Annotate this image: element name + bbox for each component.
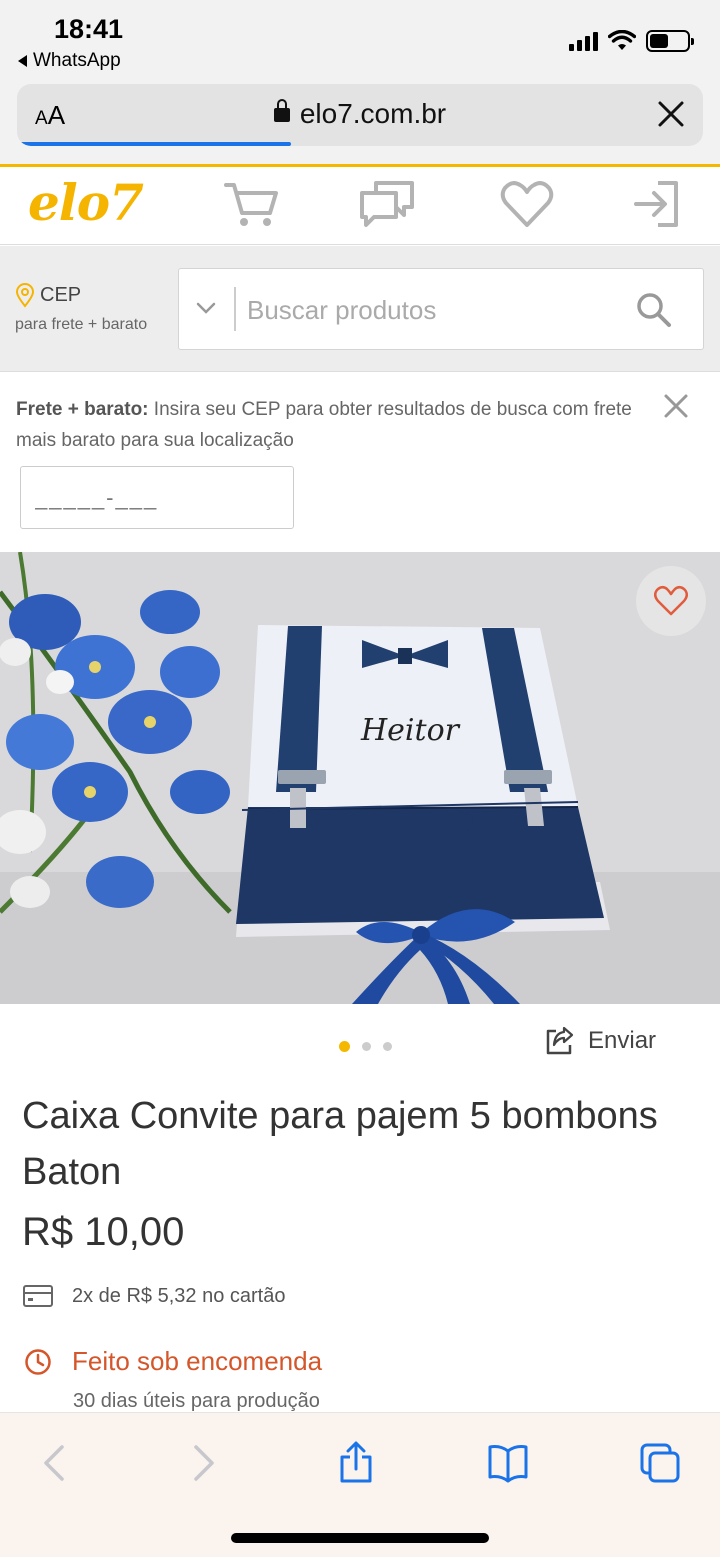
search-area: CEP para frete + barato Buscar produtos [0, 246, 720, 372]
search-box[interactable]: Buscar produtos [178, 268, 704, 350]
clock-icon [25, 1348, 51, 1375]
frete-banner: Frete + barato: Insira seu CEP para obte… [0, 372, 720, 552]
address-bar-area: AA elo7.com.br [0, 80, 720, 164]
lock-icon [273, 99, 290, 122]
login-icon[interactable] [630, 179, 688, 229]
carousel-indicator [339, 1041, 392, 1052]
location-pin-icon [15, 283, 35, 308]
made-to-order-info: Feito sob encomenda [24, 1346, 322, 1377]
cep-label: CEP [40, 283, 82, 306]
credit-card-icon [23, 1285, 53, 1307]
address-bar[interactable]: AA elo7.com.br [17, 84, 703, 146]
home-indicator[interactable] [231, 1533, 489, 1543]
share-icon [546, 1026, 574, 1055]
cart-icon[interactable] [222, 179, 280, 229]
product-price: R$ 10,00 [22, 1210, 185, 1254]
messages-icon[interactable] [358, 179, 416, 229]
site-header: elo7 [0, 167, 720, 245]
url-display[interactable]: elo7.com.br [17, 98, 703, 130]
forward-arrow-icon[interactable] [182, 1441, 226, 1485]
cellular-signal-icon [569, 31, 598, 51]
close-icon[interactable] [662, 392, 690, 420]
made-to-order-label: Feito sob encomenda [72, 1346, 323, 1376]
installments-text: 2x de R$ 5,32 no cartão [72, 1284, 286, 1307]
installments-info: 2x de R$ 5,32 no cartão [22, 1284, 285, 1308]
box-name-text: Heitor [360, 713, 461, 748]
carousel-dot[interactable] [339, 1041, 350, 1052]
production-time: 30 dias úteis para produção [73, 1390, 320, 1412]
share-sheet-icon[interactable] [334, 1441, 378, 1485]
frete-message: Frete + barato: Insira seu CEP para obte… [16, 399, 632, 451]
search-icon[interactable] [635, 291, 673, 329]
page-load-progress [17, 142, 292, 146]
cep-input[interactable] [20, 466, 294, 529]
cep-button[interactable]: CEP [14, 282, 81, 308]
product-photo: Heitor [0, 552, 720, 1004]
carousel-dot[interactable] [383, 1042, 392, 1051]
chevron-down-icon[interactable] [195, 297, 217, 319]
back-to-app-link[interactable]: WhatsApp [18, 50, 121, 72]
search-divider [234, 287, 236, 331]
back-triangle-icon [18, 55, 27, 67]
battery-icon [646, 30, 694, 52]
share-button[interactable]: Enviar [544, 1025, 656, 1057]
status-time: 18:41 [54, 14, 124, 44]
favorite-button[interactable] [636, 566, 706, 636]
back-arrow-icon[interactable] [32, 1441, 76, 1485]
status-bar: 18:41 WhatsApp [0, 0, 720, 80]
heart-icon[interactable] [498, 179, 556, 229]
wifi-icon [608, 30, 636, 50]
heart-outline-icon [654, 586, 688, 616]
elo7-logo[interactable]: elo7 [28, 173, 144, 232]
share-label: Enviar [588, 1027, 657, 1054]
system-icons [569, 30, 694, 52]
bookmarks-icon[interactable] [486, 1441, 530, 1485]
search-input[interactable]: Buscar produtos [247, 295, 436, 326]
tabs-icon[interactable] [638, 1441, 682, 1485]
cep-sublabel: para frete + barato [15, 316, 148, 333]
product-image[interactable]: Heitor [0, 552, 720, 1004]
product-title: Caixa Convite para pajem 5 bombons Baton [22, 1095, 658, 1193]
back-app-label: WhatsApp [33, 50, 121, 71]
carousel-dot[interactable] [362, 1042, 371, 1051]
stop-loading-close-icon[interactable] [655, 98, 687, 130]
url-text: elo7.com.br [299, 98, 447, 129]
